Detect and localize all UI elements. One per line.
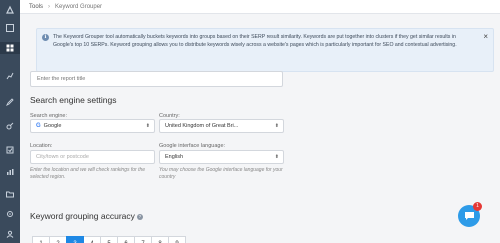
language-label: Google interface language: <box>159 143 226 149</box>
app-root: Tools › Keyword Grouper i The Keyword Gr… <box>0 0 500 243</box>
accuracy-option[interactable]: 8 <box>151 236 169 243</box>
info-text: The Keyword Grouper tool automatically b… <box>53 34 457 48</box>
accuracy-option[interactable]: 6 <box>117 236 135 243</box>
audit-icon[interactable] <box>4 144 16 156</box>
accuracy-selector: 1 2 3 4 5 6 7 8 9 <box>32 236 186 243</box>
folder-icon[interactable] <box>4 188 16 200</box>
chevron-updown-icon: ⬍ <box>145 123 150 129</box>
accuracy-option[interactable]: 9 <box>168 236 186 243</box>
accuracy-heading-text: Keyword grouping accuracy <box>30 211 135 221</box>
tools-icon[interactable] <box>0 42 20 54</box>
accuracy-option[interactable]: 2 <box>49 236 67 243</box>
rank-tracker-icon[interactable] <box>4 70 16 82</box>
breadcrumb: Tools › Keyword Grouper <box>20 0 500 14</box>
settings-icon[interactable] <box>4 208 16 220</box>
chat-bubble-icon <box>464 212 474 220</box>
google-logo-icon: G <box>36 123 41 129</box>
language-select[interactable]: English ⬍ <box>159 150 284 164</box>
language-hint: You may choose the Google interface lang… <box>159 167 283 180</box>
search-engine-settings-heading: Search engine settings <box>30 95 117 105</box>
main-content: i The Keyword Grouper tool automatically… <box>20 14 500 243</box>
accuracy-option[interactable]: 7 <box>134 236 152 243</box>
location-label: Location: <box>30 143 53 149</box>
breadcrumb-separator: › <box>48 3 51 10</box>
breadcrumb-tools-link[interactable]: Tools <box>29 4 43 10</box>
accuracy-option-selected[interactable]: 3 <box>66 236 84 243</box>
analytics-icon[interactable] <box>4 166 16 178</box>
edit-icon[interactable] <box>4 96 16 108</box>
logo-icon[interactable] <box>4 4 16 16</box>
breadcrumb-current: Keyword Grouper <box>55 3 103 10</box>
accuracy-option[interactable]: 5 <box>100 236 118 243</box>
location-hint: Enter the location and we will check ran… <box>30 167 146 180</box>
close-icon[interactable]: × <box>483 32 488 41</box>
dashboard-icon[interactable] <box>4 22 16 34</box>
report-title-input[interactable] <box>30 71 283 87</box>
accuracy-heading: Keyword grouping accuracy? <box>30 211 143 221</box>
accuracy-option[interactable]: 4 <box>83 236 101 243</box>
accuracy-option[interactable]: 1 <box>32 236 50 243</box>
help-icon[interactable]: ? <box>136 214 143 220</box>
sidebar <box>0 0 20 243</box>
language-value: English <box>165 154 184 160</box>
chevron-updown-icon: ⬍ <box>274 154 279 160</box>
user-icon[interactable] <box>4 228 16 240</box>
info-icon: i <box>42 34 49 41</box>
country-value: United Kingdom of Great Bri... <box>165 123 239 129</box>
link-icon[interactable] <box>4 120 16 132</box>
info-banner: i The Keyword Grouper tool automatically… <box>36 28 494 72</box>
country-select[interactable]: United Kingdom of Great Bri... ⬍ <box>159 119 284 133</box>
chat-notification-badge: 1 <box>473 202 482 211</box>
location-input[interactable]: City/town or postcode <box>30 150 155 164</box>
search-engine-value: Google <box>43 123 62 129</box>
chevron-updown-icon: ⬍ <box>274 123 279 129</box>
search-engine-select[interactable]: G Google ⬍ <box>30 119 155 133</box>
